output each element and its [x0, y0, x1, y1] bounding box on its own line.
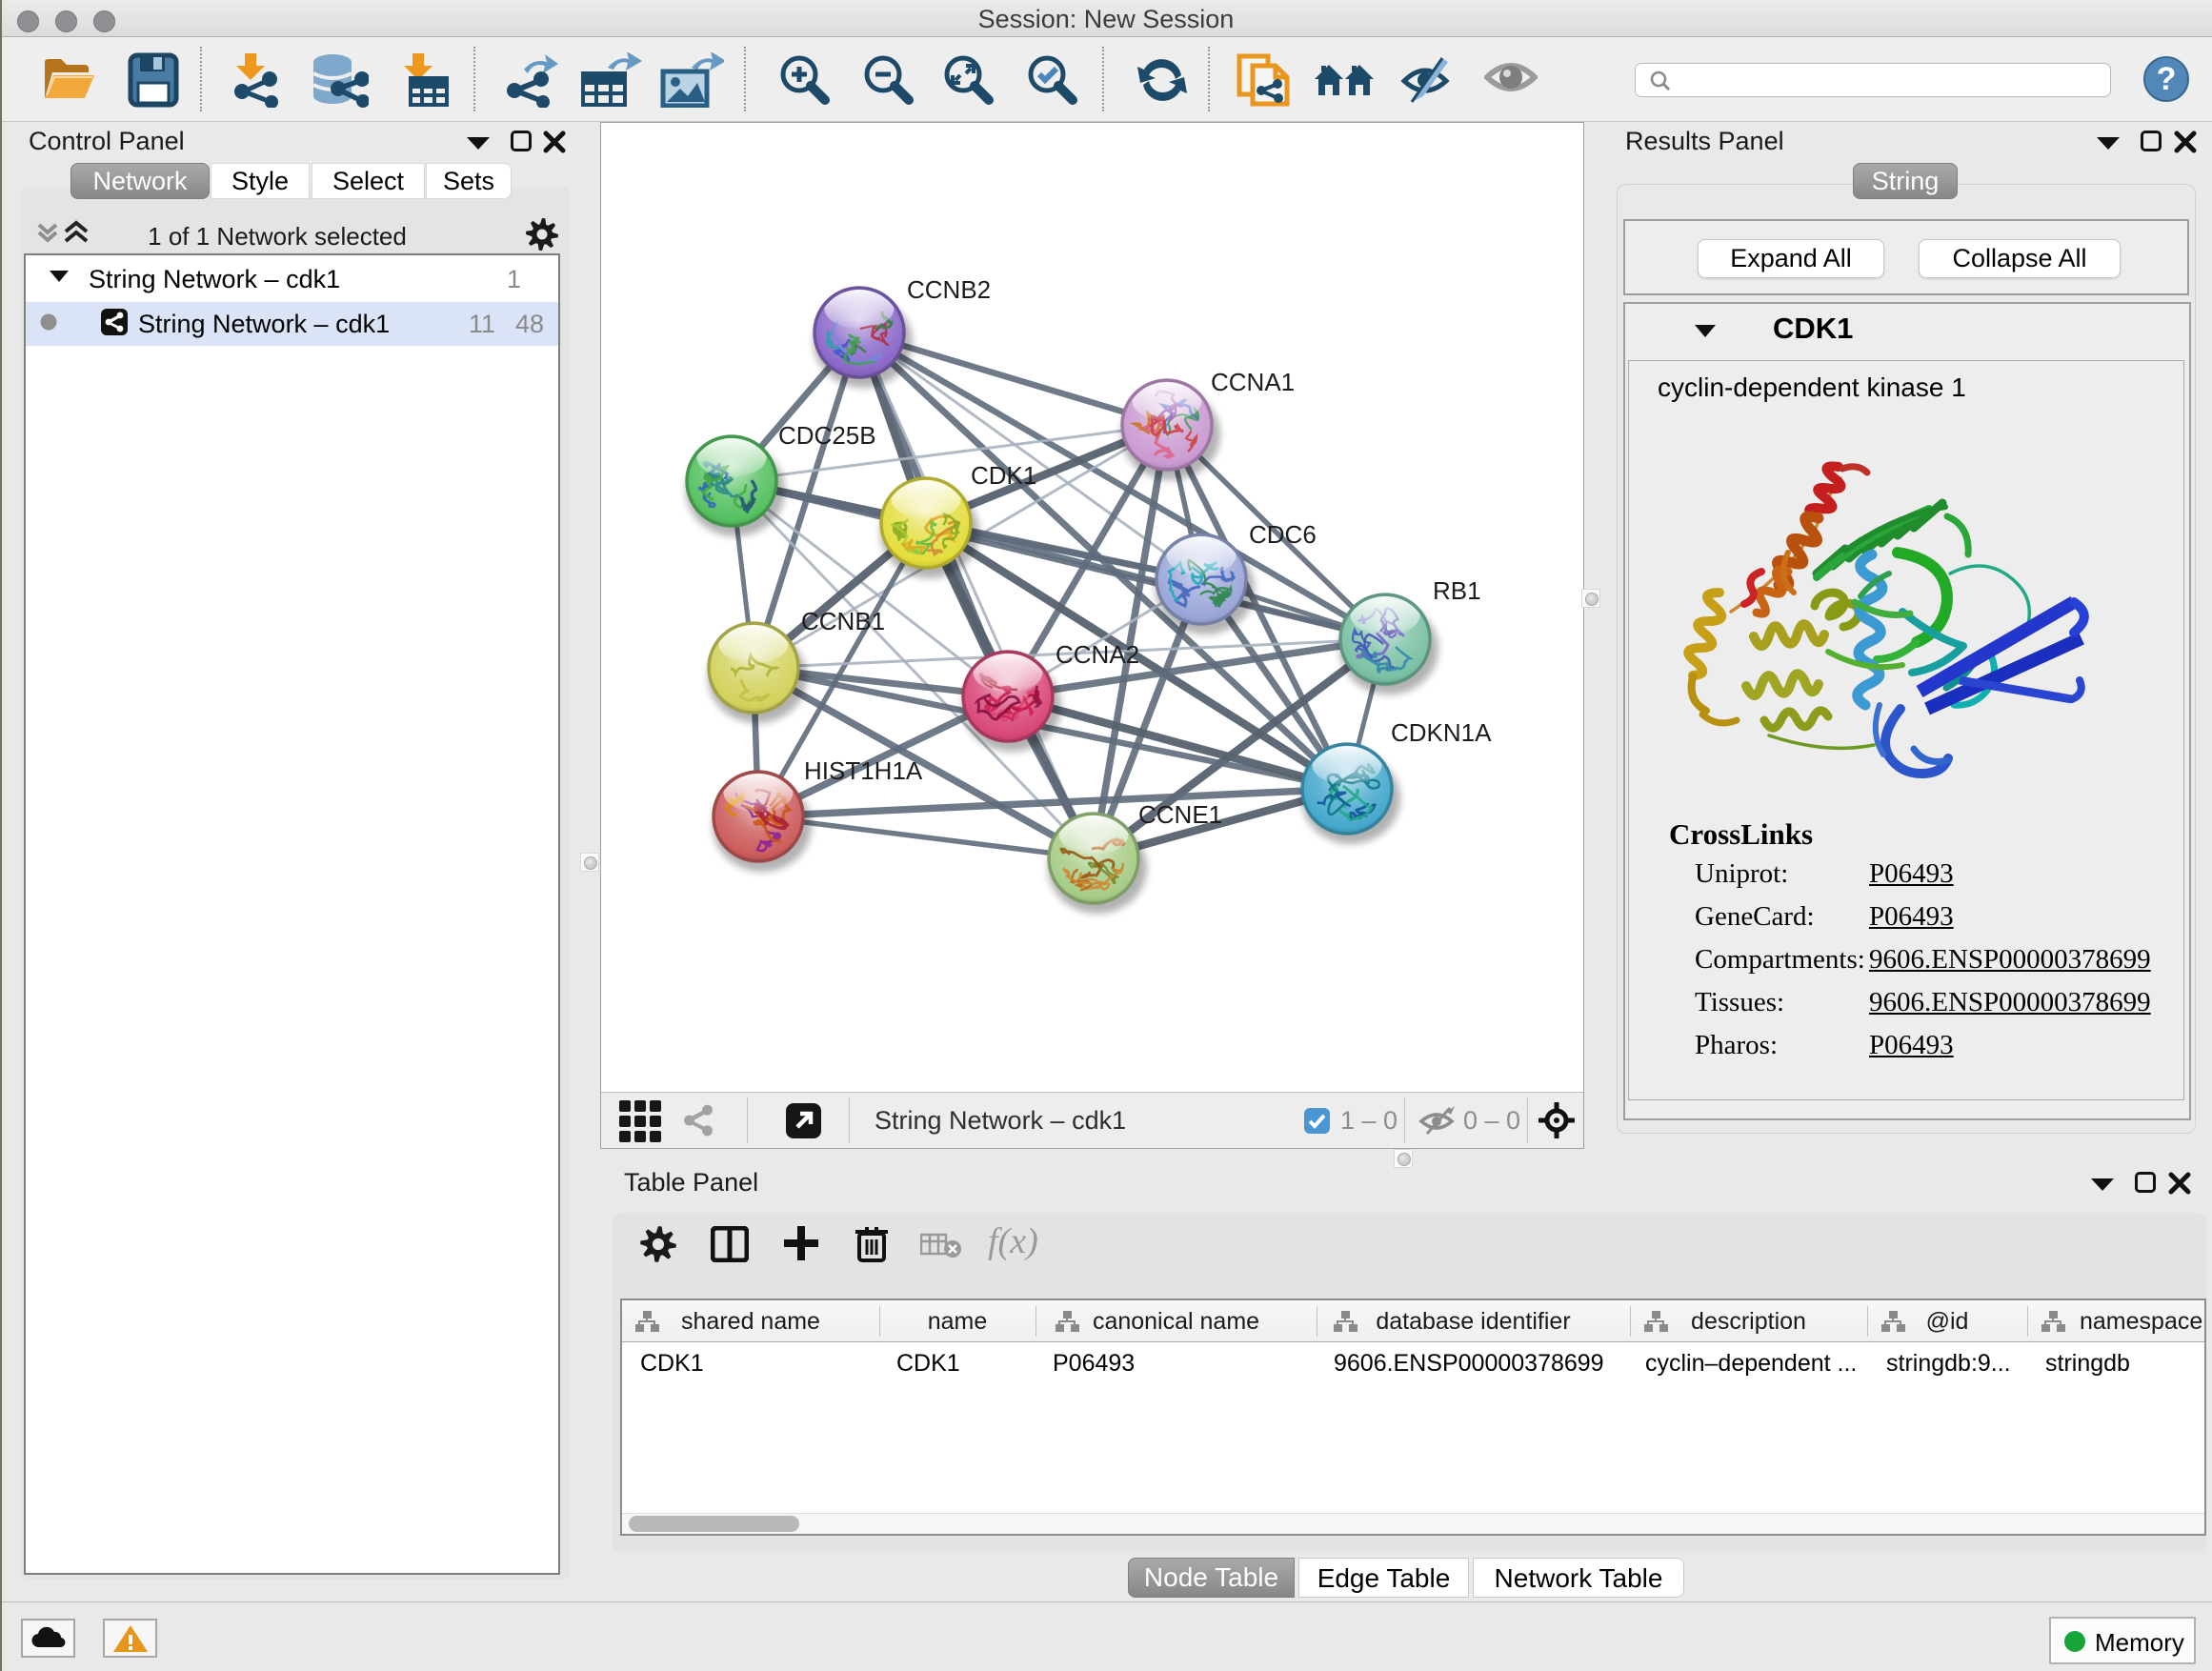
svg-text:CDKN1A: CDKN1A — [1391, 718, 1492, 747]
svg-text:?: ? — [2157, 61, 2177, 97]
svg-text:RB1: RB1 — [1433, 576, 1481, 605]
svg-text:CCNB2: CCNB2 — [907, 275, 991, 304]
svg-text:CCNA1: CCNA1 — [1211, 368, 1295, 396]
svg-text:CCNA2: CCNA2 — [1056, 640, 1139, 669]
svg-text:CDK1: CDK1 — [971, 461, 1036, 490]
svg-text:CCNE1: CCNE1 — [1138, 800, 1222, 829]
svg-text:CDC6: CDC6 — [1249, 520, 1317, 549]
svg-text:CCNB1: CCNB1 — [801, 607, 885, 635]
svg-text:CDC25B: CDC25B — [778, 421, 876, 450]
svg-text:HIST1H1A: HIST1H1A — [804, 756, 923, 785]
